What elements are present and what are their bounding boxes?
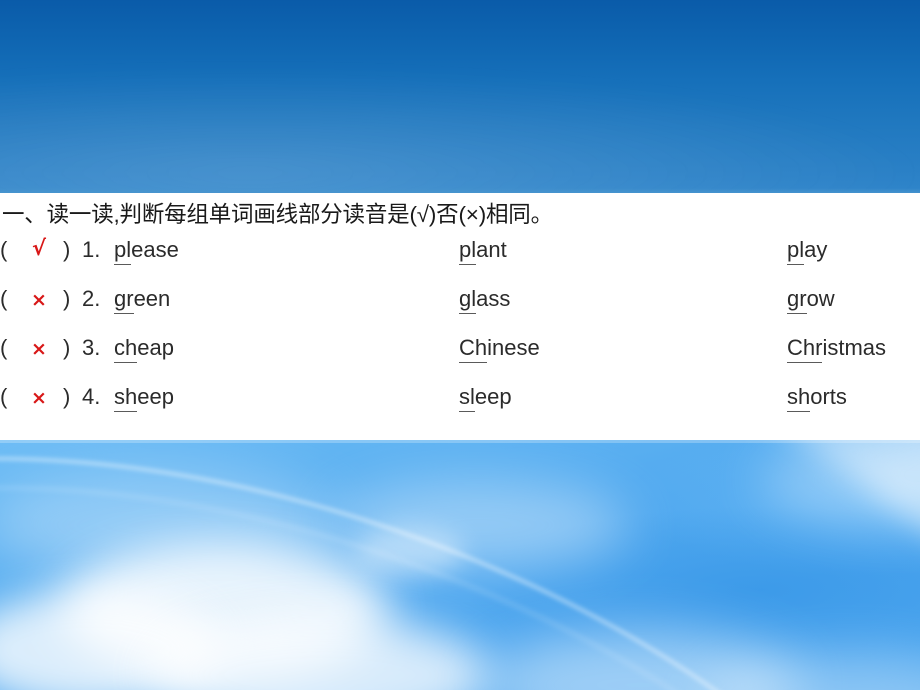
underlined-part: Chr (787, 335, 823, 363)
paren-right-icon: ) (63, 237, 71, 262)
underlined-part: pl (114, 237, 132, 265)
word-col1: sheep (114, 384, 174, 412)
underlined-part: gl (459, 286, 477, 314)
word-remainder: ease (131, 237, 179, 262)
question-title: 一、读一读,判断每组单词画线部分读音是(√)否(×)相同。 (2, 202, 553, 227)
underlined-part: gr (787, 286, 807, 314)
worksheet-content-panel: 一、读一读,判断每组单词画线部分读音是(√)否(×)相同。 (√) 1. ple… (0, 193, 920, 440)
word-remainder: eep (474, 384, 512, 409)
word-remainder: een (133, 286, 171, 311)
underlined-part: sl (459, 384, 475, 412)
word-remainder: eep (137, 384, 174, 409)
bottom-banner-edge (0, 440, 920, 443)
word-col1: please (114, 237, 179, 265)
sky-haze-decoration (0, 53, 920, 193)
word-remainder: ay (804, 237, 828, 262)
paren-left-icon: ( (0, 384, 8, 409)
paren-left-icon: ( (0, 237, 8, 262)
word-col1: cheap (114, 335, 174, 363)
word-col3: Christmas (787, 335, 887, 363)
word-col2: glass (459, 286, 511, 314)
word-col3: grow (787, 286, 835, 314)
checkmark-icon[interactable]: √ (15, 236, 63, 260)
slide-canvas: 一、读一读,判断每组单词画线部分读音是(√)否(×)相同。 (√) 1. ple… (0, 0, 920, 690)
word-col2: Chinese (459, 335, 540, 363)
table-row: (×) 2. green glass grow (0, 286, 920, 335)
word-remainder: inese (487, 335, 540, 360)
row-index: 1. (82, 237, 101, 262)
paren-right-icon: ) (63, 286, 71, 311)
underlined-part: pl (787, 237, 805, 265)
table-row: (√) 1. please plant play (0, 236, 920, 286)
word-col3: play (787, 237, 828, 265)
row-index: 4. (82, 384, 101, 409)
paren-left-icon: ( (0, 335, 8, 360)
word-remainder: eap (137, 335, 174, 360)
underlined-part: gr (114, 286, 134, 314)
cross-icon[interactable]: × (15, 338, 63, 360)
paren-left-icon: ( (0, 286, 8, 311)
underlined-part: ch (114, 335, 138, 363)
word-col1: green (114, 286, 171, 314)
table-row: ( ×) 3. cheap Chinese Christmas (0, 335, 920, 384)
word-col3: shorts (787, 384, 847, 412)
table-row: (×) 4. sheep sleep shorts (0, 384, 920, 433)
bottom-sky-banner (0, 440, 920, 690)
word-remainder: ow (806, 286, 835, 311)
row-index: 2. (82, 286, 101, 311)
top-sky-banner (0, 0, 920, 193)
cross-icon[interactable]: × (15, 387, 63, 409)
paren-right-icon: ) (63, 384, 71, 409)
word-remainder: ant (476, 237, 507, 262)
word-col2: plant (459, 237, 507, 265)
underlined-part: sh (787, 384, 811, 412)
underlined-part: Ch (459, 335, 488, 363)
paren-right-icon: ) (63, 335, 71, 360)
word-remainder: ass (476, 286, 511, 311)
cross-icon[interactable]: × (15, 289, 63, 311)
word-remainder: orts (810, 384, 847, 409)
word-remainder: istmas (822, 335, 887, 360)
row-index: 3. (82, 335, 101, 360)
answer-rows: (√) 1. please plant play (×) 2. green gl… (0, 236, 920, 433)
underlined-part: sh (114, 384, 138, 412)
underlined-part: pl (459, 237, 477, 265)
word-col2: sleep (459, 384, 512, 412)
